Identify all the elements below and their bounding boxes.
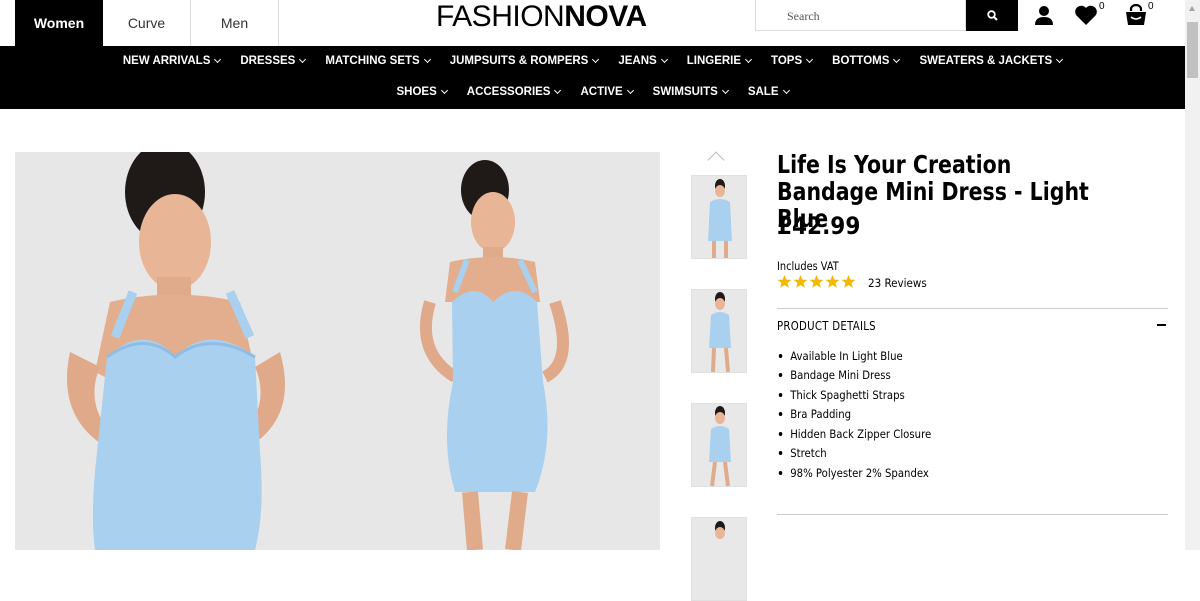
scroll-up-icon[interactable] [1189,6,1195,11]
nav-label: DRESSES [240,55,296,67]
chevron-down-icon [440,86,448,95]
nav-accessories[interactable]: ACCESSORIES [466,86,562,98]
chevron-down-icon [626,86,634,95]
scroll-thumb[interactable] [1187,22,1198,78]
wishlist-count: 0 [1099,1,1105,12]
nav-sweaters-jackets[interactable]: SWEATERS & JACKETS [919,55,1064,67]
nav-row-1: NEW ARRIVALS DRESSES MATCHING SETS JUMPS… [0,55,1185,67]
thumbnail-1[interactable] [691,175,747,259]
chevron-down-icon [744,55,753,64]
model-illustration [67,152,569,550]
product-details-list: Available In Light Blue Bandage Mini Dre… [777,346,952,483]
chevron-down-icon [660,55,668,64]
thumbnail-image [708,179,732,258]
logo[interactable]: FASHION NOVA [436,0,647,34]
nav-label: NEW ARRIVALS [122,55,211,67]
nav-active[interactable]: ACTIVE [580,86,634,98]
list-item: Available In Light Blue [777,346,931,366]
thumbnail-2[interactable] [691,289,747,373]
wishlist-button[interactable]: 0 [1074,1,1105,28]
list-item: Stretch [777,444,931,464]
cart-count: 0 [1148,1,1154,12]
nav-label: SALE [747,86,779,98]
star-icon [777,274,792,288]
chevron-down-icon [1056,55,1064,64]
chevron-down-icon [893,55,901,64]
tab-men[interactable]: Men [191,0,279,46]
user-icon [1035,6,1053,25]
top-bar: Women Curve Men FASHION NOVA Search 0 0 [0,0,1185,46]
thumbnail-image [715,521,725,539]
list-item: Hidden Back Zipper Closure [777,424,931,444]
thumbnail-image [709,406,731,486]
chevron-down-icon [721,86,729,95]
chevron-down-icon [592,55,600,64]
nav-tops[interactable]: TOPS [771,55,814,67]
nav-row-2: SHOES ACCESSORIES ACTIVE SWIMSUITS SALE [0,86,1185,98]
reviews-link[interactable]: 23 Reviews [868,276,927,290]
nav-new-arrivals[interactable]: NEW ARRIVALS [122,55,222,67]
nav-jeans[interactable]: JEANS [618,55,668,67]
product-price: £42.99 [777,212,861,240]
nav-sale[interactable]: SALE [747,86,790,98]
list-item: 98% Polyester 2% Spandex [777,463,931,483]
rating-stars[interactable] [777,274,856,289]
divider [777,514,1168,515]
nav-label: JEANS [618,55,657,67]
bag-icon [1126,3,1146,25]
heart-icon [1075,5,1097,25]
tab-women[interactable]: Women [15,0,103,46]
chevron-down-icon [214,55,222,64]
star-icon [841,274,856,288]
nav-bottoms[interactable]: BOTTOMS [832,55,901,67]
chevron-down-icon [299,55,307,64]
nav-jumpsuits-rompers[interactable]: JUMPSUITS & ROMPERS [449,55,600,67]
chevron-down-icon [554,86,562,95]
thumbnail-3[interactable] [691,403,747,487]
chevron-down-icon [782,86,790,95]
collapse-minus-icon[interactable] [1157,324,1166,326]
nav-label: LINGERIE [686,55,742,67]
nav-label: SHOES [396,86,437,98]
star-icon [809,274,824,288]
chevron-down-icon [423,55,431,64]
nav-shoes[interactable]: SHOES [396,86,448,98]
product-details-heading[interactable]: PRODUCT DETAILS [777,319,876,333]
tab-curve[interactable]: Curve [103,0,191,46]
vat-note: Includes VAT [777,259,839,273]
nav-matching-sets[interactable]: MATCHING SETS [325,55,431,67]
list-item: Bandage Mini Dress [777,366,931,386]
nav-label: JUMPSUITS & ROMPERS [449,55,589,67]
nav-dresses[interactable]: DRESSES [240,55,307,67]
nav-label: ACTIVE [580,86,623,98]
search-icon [986,10,998,21]
list-item: Bra Padding [777,405,931,425]
nav-label: MATCHING SETS [325,55,420,67]
chevron-down-icon [806,55,814,64]
logo-bold: NOVA [564,0,647,33]
thumbnail-image [709,292,731,372]
search-button[interactable] [966,0,1018,31]
category-nav: NEW ARRIVALS DRESSES MATCHING SETS JUMPS… [0,46,1185,109]
divider [777,308,1168,309]
page-scrollbar[interactable] [1185,0,1200,550]
nav-swimsuits[interactable]: SWIMSUITS [652,86,729,98]
nav-label: BOTTOMS [832,55,890,67]
main-product-image[interactable] [15,152,660,550]
thumbnail-prev-icon[interactable] [707,151,725,169]
list-item: Thick Spaghetti Straps [777,385,931,405]
logo-thin: FASHION [436,0,565,33]
star-icon [793,274,808,288]
nav-lingerie[interactable]: LINGERIE [686,55,753,67]
nav-label: TOPS [771,55,803,67]
nav-label: SWEATERS & JACKETS [919,55,1053,67]
account-button[interactable] [1033,4,1057,28]
nav-label: SWIMSUITS [652,86,718,98]
nav-label: ACCESSORIES [466,86,551,98]
cart-button[interactable]: 0 [1124,1,1154,28]
thumbnail-4[interactable] [691,517,747,601]
search-input[interactable]: Search [755,0,966,31]
star-icon [825,274,840,288]
